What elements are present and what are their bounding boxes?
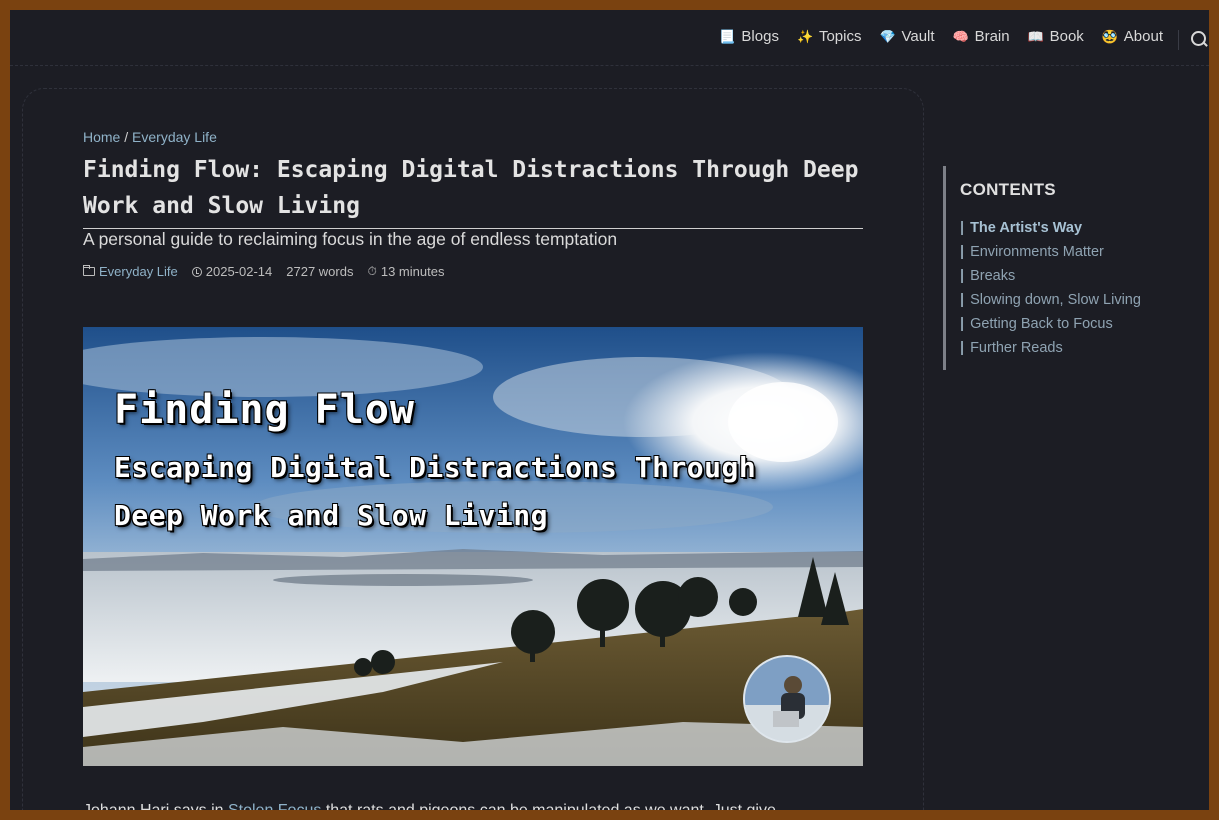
toc-item-environments-matter[interactable]: Environments Matter [960,240,1183,264]
top-navigation: 📃 Blogs ✨ Topics 💎 Vault 🧠 Brain 📖 Book … [10,10,1209,66]
hero-subheading-line2: Deep Work and Slow Living [114,499,548,532]
nav-item-about[interactable]: 🥸 About [1102,28,1163,45]
hero-image: Finding Flow Escaping Digital Distractio… [83,327,863,766]
toc-title: CONTENTS [960,180,1056,199]
nav-label: About [1123,28,1163,45]
nav-label: Book [1049,28,1084,45]
scroll-icon: 📃 [719,28,736,44]
clock-icon [191,266,202,277]
nav-label: Blogs [741,28,779,45]
toc-item-further-reads[interactable]: Further Reads [960,336,1183,360]
nav-label: Topics [818,28,862,45]
toc-item-getting-back-to-focus[interactable]: Getting Back to Focus [960,312,1183,336]
nav-item-brain[interactable]: 🧠 Brain [953,28,1010,45]
article-title: Finding Flow: Escaping Digital Distracti… [83,152,863,229]
meta-date: 2025-02-14 [191,264,273,279]
table-of-contents: CONTENTS The Artist's Way Environments M… [943,166,1183,370]
meta-reading-time: ⏱ 13 minutes [367,264,444,279]
meta-words: 2727 words [286,264,353,279]
nav-item-topics[interactable]: ✨ Topics [797,28,862,45]
meta-category: Everyday Life [83,264,178,279]
nav-item-blogs[interactable]: 📃 Blogs [719,28,779,45]
word-count: 2727 words [286,264,354,279]
breadcrumb-home-link[interactable]: Home [83,129,120,145]
article-subtitle: A personal guide to reclaiming focus in … [83,229,618,249]
sparkles-icon: ✨ [796,28,814,44]
date-text: 2025-02-14 [205,264,273,279]
toc-item-slowing-down[interactable]: Slowing down, Slow Living [960,288,1183,312]
nav-item-vault[interactable]: 💎 Vault [879,28,934,45]
hero-subheading-line1: Escaping Digital Distractions Through [114,451,757,484]
body-text-start: Johann Hari says in [83,802,224,810]
disguised-face-icon: 🥸 [1101,28,1118,44]
nav-list: 📃 Blogs ✨ Topics 💎 Vault 🧠 Brain 📖 Book … [719,28,1163,45]
nav-divider [1178,30,1179,50]
hero-heading: Finding Flow [114,387,415,433]
nav-item-book[interactable]: 📖 Book [1028,28,1084,45]
breadcrumb: Home / Everyday Life [83,129,217,145]
article-meta: Everyday Life 2025-02-14 2727 words ⏱ 13… [83,264,444,279]
brain-icon: 🧠 [952,28,969,44]
nav-label: Brain [974,28,1010,45]
nav-label: Vault [901,28,935,45]
category-link[interactable]: Everyday Life [99,264,178,279]
breadcrumb-separator: / [124,129,129,145]
folder-icon [83,265,95,276]
toc-list: The Artist's Way Environments Matter Bre… [960,216,1183,360]
gem-icon: 💎 [879,28,896,44]
breadcrumb-current-link[interactable]: Everyday Life [132,129,217,145]
toc-item-breaks[interactable]: Breaks [960,264,1183,288]
stolen-focus-link[interactable]: Stolen Focus [228,802,321,810]
browser-viewport: 📃 Blogs ✨ Topics 💎 Vault 🧠 Brain 📖 Book … [10,10,1209,810]
article-body-paragraph: Johann Hari says in Stolen Focus that ra… [83,802,863,810]
open-book-icon: 📖 [1027,28,1044,44]
search-icon[interactable] [1187,28,1209,50]
reading-time: 13 minutes [380,264,445,279]
stopwatch-icon: ⏱ [367,264,377,278]
toc-item-artists-way[interactable]: The Artist's Way [960,216,1183,240]
body-text-rest: that rats and pigeons can be manipulated… [326,802,776,810]
